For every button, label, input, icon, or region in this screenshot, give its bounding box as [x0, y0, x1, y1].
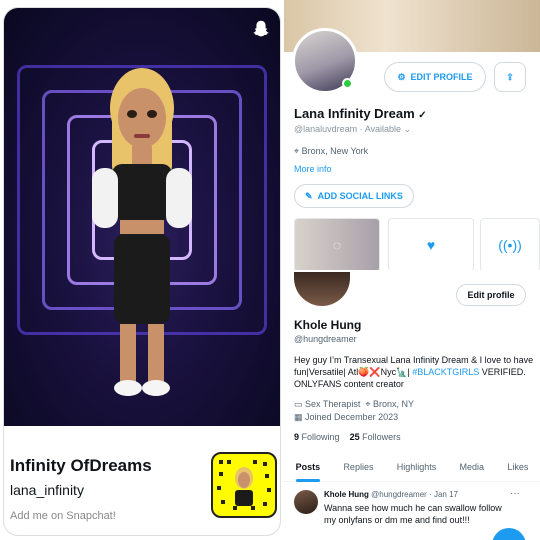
tab-posts[interactable]: Posts	[295, 456, 320, 482]
profile-handle-row: @lanaluvdream · Available ⌄	[294, 124, 412, 134]
post-author[interactable]: Khole Hung	[324, 490, 369, 499]
add-social-links-label: ADD SOCIAL LINKS	[317, 191, 403, 201]
snapchat-ghost-icon[interactable]	[250, 18, 272, 40]
following-link[interactable]: 9 Following	[294, 432, 340, 442]
location-text: Bronx, New York	[301, 146, 369, 156]
post-header: Khole Hung @hungdreamer · Jan 17	[324, 490, 458, 499]
snapcode-qr[interactable]	[211, 452, 277, 518]
compose-feather-icon: ✎	[503, 537, 515, 540]
snap-username: lana_infinity	[10, 482, 84, 498]
share-button[interactable]: ⇪	[494, 62, 526, 92]
followers-link[interactable]: 25 Followers	[350, 432, 401, 442]
edit-profile-button[interactable]: Edit profile	[456, 284, 526, 306]
profile-panel-bottom: Edit profile Khole Hung @hungdreamer Hey…	[284, 270, 540, 540]
featured-tile[interactable]: ♥	[388, 218, 474, 272]
profile-name-text: Lana Infinity Dream	[294, 106, 415, 121]
following-count: 9	[294, 432, 300, 442]
post-handle: @hungdreamer	[371, 490, 427, 499]
snap-display-name: Infinity OfDreams	[10, 456, 152, 475]
location-pin-icon: ⌖	[294, 146, 300, 156]
live-tile[interactable]: ((•))	[480, 218, 540, 272]
followers-label: Followers	[362, 432, 401, 442]
calendar-icon: ▦	[294, 412, 303, 422]
snap-add-text: Add me on Snapchat!	[10, 510, 116, 522]
post-text: Wanna see how much he can swallow follow…	[324, 503, 502, 525]
post-time: · Jan 17	[429, 490, 458, 499]
briefcase-icon: ▭	[294, 399, 303, 409]
broadcast-icon: ((•))	[498, 237, 522, 253]
verified-check-icon: ✓	[418, 110, 427, 121]
occupation-text: Sex Therapist	[305, 399, 361, 409]
availability-status[interactable]: Available	[365, 124, 401, 134]
gear-icon: ⚙	[397, 71, 406, 82]
following-label: Following	[301, 432, 340, 442]
profile-name: Khole Hung	[294, 318, 362, 332]
photo-tile[interactable]: ◌	[294, 218, 380, 272]
profile-name: Lana Infinity Dream ✓	[294, 106, 427, 121]
followers-count: 25	[349, 432, 360, 442]
profile-handle: @lanaluvdream	[294, 124, 358, 134]
edit-profile-label: EDIT PROFILE	[410, 72, 473, 82]
tab-replies[interactable]: Replies	[343, 456, 373, 481]
more-info-link[interactable]: More info	[294, 164, 332, 174]
joined-date: Joined December 2023	[305, 412, 399, 422]
tab-media[interactable]: Media	[460, 456, 485, 481]
snapchat-profile-card: Infinity OfDreams lana_infinity Add me o…	[4, 8, 280, 535]
profile-tabs: Posts Replies Highlights Media Likes	[284, 456, 540, 482]
tab-likes[interactable]: Likes	[507, 456, 528, 481]
edit-profile-button[interactable]: ⚙ EDIT PROFILE	[384, 62, 486, 92]
bio-hashtag-link[interactable]: #BLACKTGIRLS	[412, 367, 479, 377]
heart-badge-icon: ♥	[426, 237, 436, 253]
add-social-links-button[interactable]: ✎ ADD SOCIAL LINKS	[294, 184, 414, 208]
avatar[interactable]	[294, 272, 350, 306]
location-pin-icon: ⌖	[365, 399, 371, 409]
chevron-down-icon[interactable]: ⌄	[404, 124, 412, 134]
post-avatar[interactable]	[294, 490, 318, 514]
bitmoji-hero	[4, 8, 280, 426]
bitmoji-avatar	[92, 68, 192, 396]
profile-panel-top: ⚙ EDIT PROFILE ⇪ Lana Infinity Dream ✓ @…	[284, 0, 540, 272]
share-icon: ⇪	[506, 71, 514, 82]
profile-meta: ▭ Sex Therapist ⌖ Bronx, NY ▦ Joined Dec…	[294, 398, 534, 424]
more-options-icon[interactable]: ···	[510, 488, 520, 499]
online-status-dot	[342, 78, 353, 89]
profile-bio: Hey guy I’m Transexual Lana Infinity Dre…	[294, 354, 534, 390]
location-row: ⌖ Bronx, New York	[294, 146, 368, 157]
location-text: Bronx, NY	[373, 399, 415, 409]
follow-stats: 9 Following 25 Followers	[294, 432, 401, 442]
tab-highlights[interactable]: Highlights	[397, 456, 437, 481]
refresh-icon: ◌	[332, 237, 342, 253]
profile-handle: @hungdreamer	[294, 334, 357, 344]
pencil-icon: ✎	[305, 190, 313, 201]
